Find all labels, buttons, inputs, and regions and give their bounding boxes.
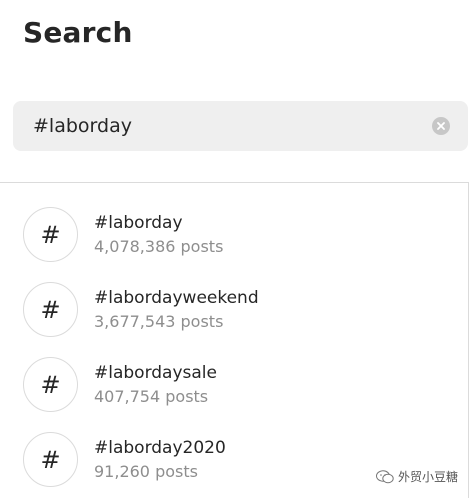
post-count: 4,078,386 posts (94, 236, 224, 256)
close-icon (437, 122, 445, 130)
search-page: Search # #laborday 4,078,386 posts # #la… (0, 0, 469, 498)
hashtag-icon: # (23, 357, 78, 412)
hashtag-name: #labordaysale (94, 362, 217, 383)
clear-search-button[interactable] (432, 117, 450, 135)
hashtag-name: #labordayweekend (94, 287, 259, 308)
wechat-icon (376, 469, 394, 483)
hashtag-icon: # (23, 282, 78, 337)
list-item[interactable]: # #laborday 4,078,386 posts (0, 197, 468, 272)
watermark: 外贸小豆糖 (376, 468, 458, 485)
search-input[interactable] (33, 106, 423, 146)
hashtag-name: #laborday (94, 212, 183, 233)
hashtag-name: #laborday2020 (94, 437, 226, 458)
list-item[interactable]: # #labordayweekend 3,677,543 posts (0, 272, 468, 347)
post-count: 91,260 posts (94, 461, 198, 481)
hashtag-icon: # (23, 207, 78, 262)
watermark-text: 外贸小豆糖 (398, 470, 459, 484)
search-bar[interactable] (13, 101, 468, 151)
post-count: 3,677,543 posts (94, 311, 224, 331)
page-title: Search (23, 16, 133, 49)
divider (0, 182, 469, 183)
hashtag-icon: # (23, 432, 78, 487)
list-item[interactable]: # #laborday2020 91,260 posts (0, 422, 468, 497)
post-count: 407,754 posts (94, 386, 209, 406)
list-item[interactable]: # #labordaysale 407,754 posts (0, 347, 468, 422)
